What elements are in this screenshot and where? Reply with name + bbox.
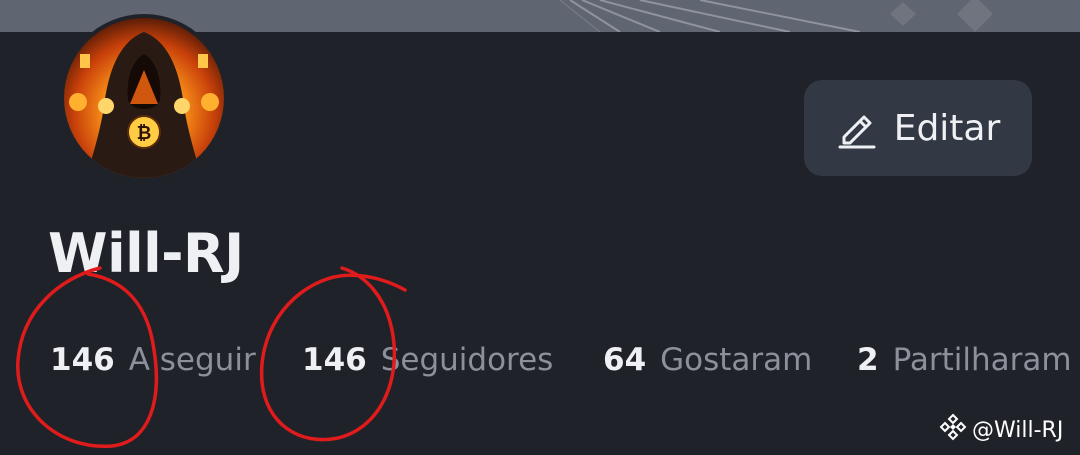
stat-following[interactable]: 146 A seguir [50,342,256,378]
stat-shares-count: 2 [857,342,879,378]
stat-followers[interactable]: 146 Seguidores [302,342,553,378]
stat-followers-label: Seguidores [380,342,554,378]
avatar[interactable]: ₿ [60,14,228,182]
pencil-icon [836,107,878,149]
edit-profile-button[interactable]: Editar [804,80,1032,176]
svg-text:₿: ₿ [137,123,152,144]
stat-shares[interactable]: 2 Partilharam [857,342,1072,378]
watermark-text: @Will-RJ [972,417,1064,443]
stat-likes-label: Gostaram [660,342,813,378]
stat-following-count: 146 [50,342,115,378]
stat-shares-label: Partilharam [892,342,1072,378]
binance-logo-icon [938,412,968,448]
profile-username: Will-RJ [48,222,244,285]
edit-button-label: Editar [893,107,1001,149]
stat-likes[interactable]: 64 Gostaram [603,342,812,378]
stat-followers-count: 146 [302,342,367,378]
watermark: @Will-RJ [938,412,1063,448]
stat-following-label: A seguir [128,342,256,378]
stat-likes-count: 64 [603,342,647,378]
